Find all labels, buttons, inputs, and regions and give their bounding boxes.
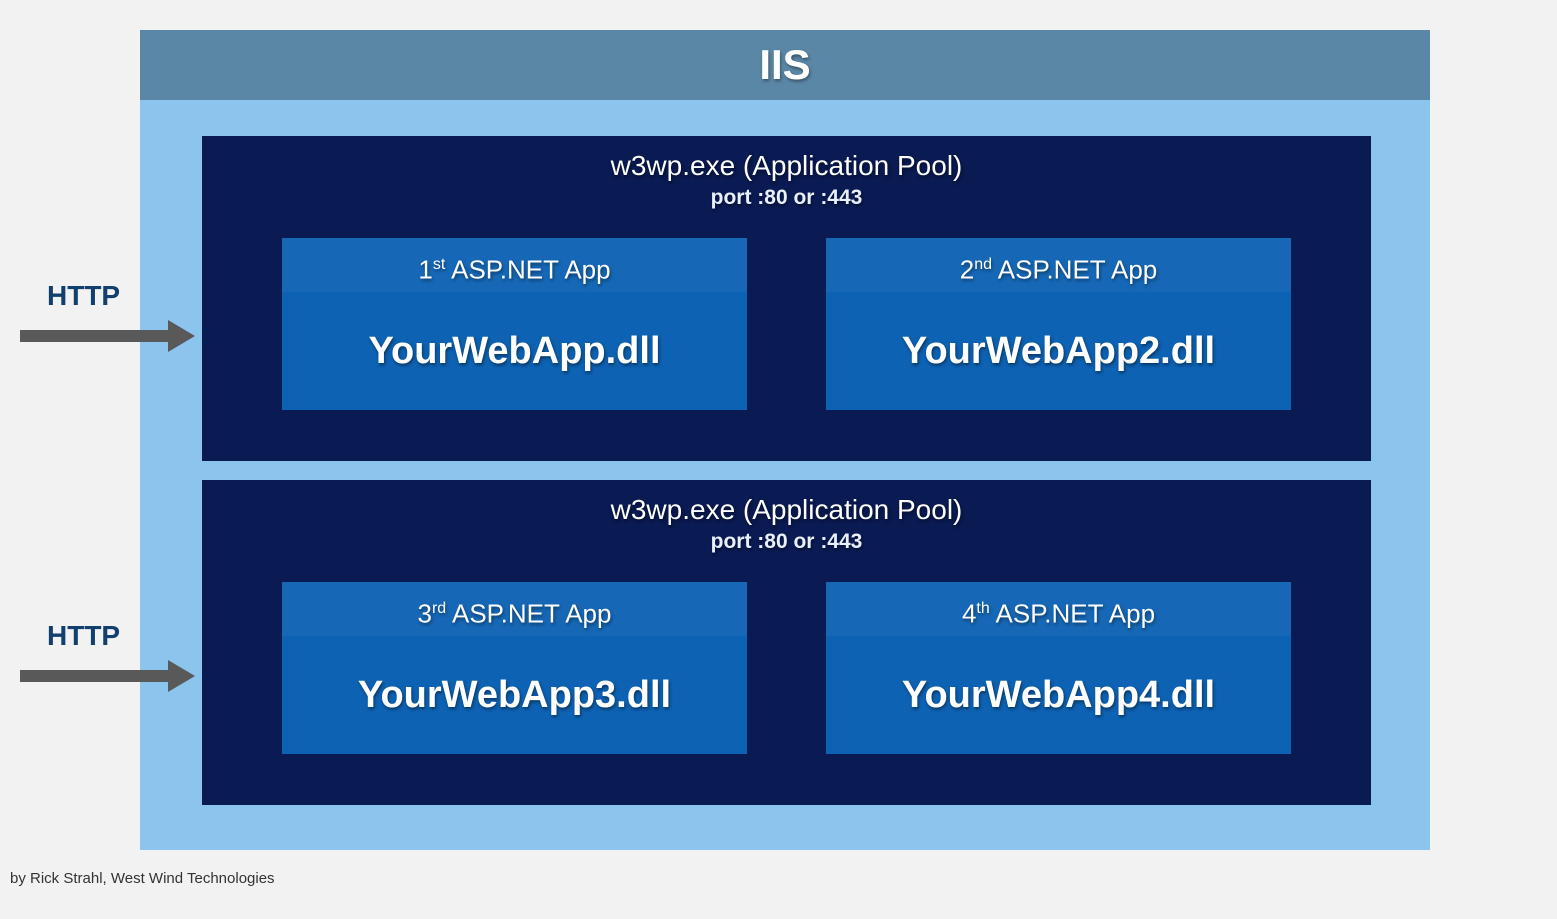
application-pool-1: w3wp.exe (Application Pool) port :80 or … xyxy=(202,136,1371,461)
aspnet-app-1: 1st ASP.NET App YourWebApp.dll xyxy=(282,238,747,410)
credit-text: by Rick Strahl, West Wind Technologies xyxy=(10,870,275,887)
app-dll: YourWebApp.dll xyxy=(282,292,747,410)
app-dll: YourWebApp3.dll xyxy=(282,636,747,754)
aspnet-app-4: 4th ASP.NET App YourWebApp4.dll xyxy=(826,582,1291,754)
iis-container: IIS w3wp.exe (Application Pool) port :80… xyxy=(140,30,1430,850)
app-title: 1st ASP.NET App xyxy=(282,238,747,292)
http-label-2: HTTP xyxy=(47,620,120,652)
pool-port: port :80 or :443 xyxy=(202,530,1371,554)
app-dll: YourWebApp2.dll xyxy=(826,292,1291,410)
aspnet-app-2: 2nd ASP.NET App YourWebApp2.dll xyxy=(826,238,1291,410)
app-title: 2nd ASP.NET App xyxy=(826,238,1291,292)
pool-label: w3wp.exe (Application Pool) xyxy=(202,494,1371,526)
arrow-icon xyxy=(20,320,195,352)
apps-row: 3rd ASP.NET App YourWebApp3.dll 4th ASP.… xyxy=(202,582,1371,754)
apps-row: 1st ASP.NET App YourWebApp.dll 2nd ASP.N… xyxy=(202,238,1371,410)
app-dll: YourWebApp4.dll xyxy=(826,636,1291,754)
pool-port: port :80 or :443 xyxy=(202,186,1371,210)
pool-label: w3wp.exe (Application Pool) xyxy=(202,150,1371,182)
http-label-1: HTTP xyxy=(47,280,120,312)
app-title: 3rd ASP.NET App xyxy=(282,582,747,636)
iis-title: IIS xyxy=(140,30,1430,100)
application-pool-2: w3wp.exe (Application Pool) port :80 or … xyxy=(202,480,1371,805)
aspnet-app-3: 3rd ASP.NET App YourWebApp3.dll xyxy=(282,582,747,754)
app-title: 4th ASP.NET App xyxy=(826,582,1291,636)
arrow-icon xyxy=(20,660,195,692)
